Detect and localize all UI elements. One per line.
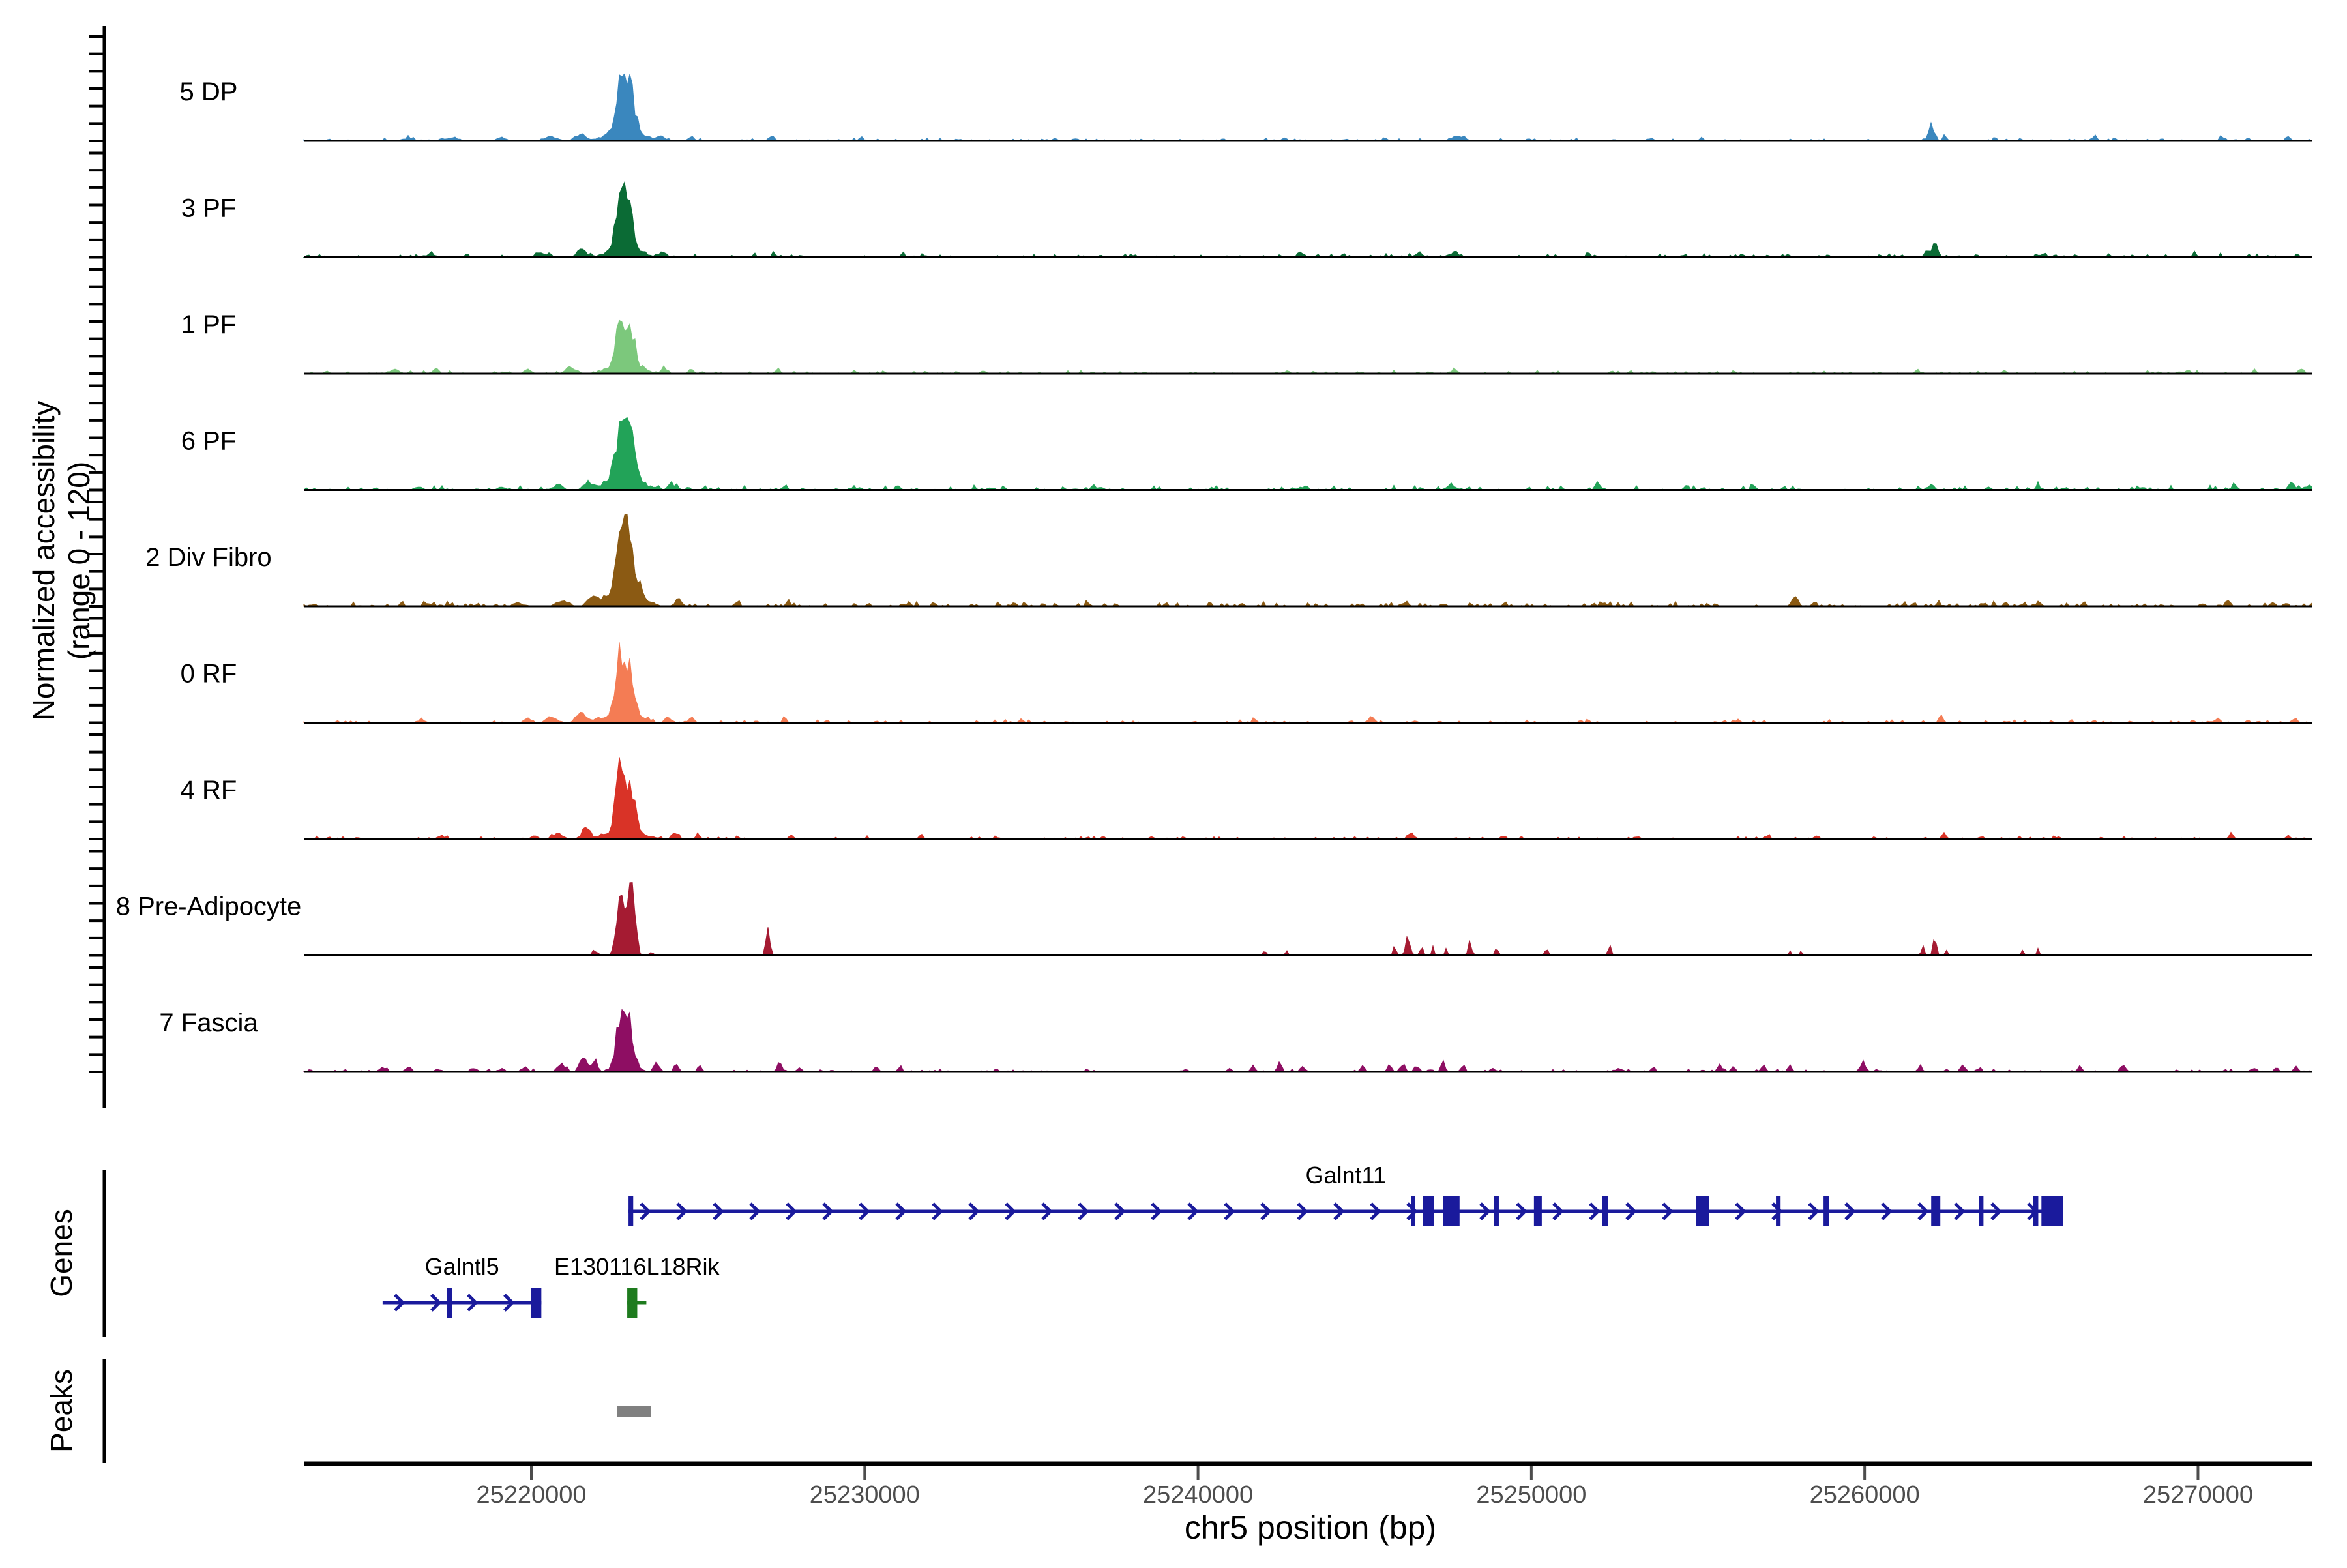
track-label-4-rf: 4 RF: [181, 776, 237, 805]
x-tick-label: 25260000: [1810, 1481, 1920, 1509]
gene-exon: [1931, 1196, 1941, 1226]
x-axis-title: chr5 position (bp): [1185, 1509, 1436, 1546]
gene-exon: [447, 1288, 452, 1318]
coverage-track-8-pre-adipocyte: 8 Pre-Adipocyte: [89, 850, 2312, 957]
gene-exon: [628, 1196, 634, 1226]
gene-exon: [1823, 1196, 1829, 1226]
coverage-area-0-rf: [303, 642, 2312, 724]
y-axis-title-line1: Normalized accessibility: [27, 401, 61, 721]
track-label-1-pf: 1 PF: [181, 310, 236, 339]
gene-exon: [530, 1288, 542, 1318]
track-label-8-pre-adipocyte: 8 Pre-Adipocyte: [116, 893, 302, 921]
track-label-3-pf: 3 PF: [181, 194, 236, 223]
gene-galnt11: Galnt11: [628, 1162, 2063, 1226]
coverage-area-5-dp: [303, 73, 2313, 141]
gene-exon: [2033, 1196, 2039, 1226]
coverage-track-3-pf: 3 PF: [89, 151, 2312, 259]
coverage-area-7-fascia: [303, 1009, 2312, 1072]
x-tick-label: 25270000: [2143, 1481, 2253, 1509]
coverage-track-6-pf: 6 PF: [89, 384, 2312, 492]
coverage-area-1-pf: [304, 319, 2312, 374]
gene-exon: [1979, 1196, 1984, 1226]
gene-exon: [1411, 1196, 1415, 1226]
track-label-5-dp: 5 DP: [180, 78, 238, 106]
coverage-area-3-pf: [303, 181, 2312, 258]
coverage-track-0-rf: 0 RF: [89, 617, 2312, 724]
coverage-track-4-rf: 4 RF: [89, 733, 2312, 840]
gene-exon: [1696, 1196, 1709, 1226]
track-label-2-div-fibro: 2 Div Fibro: [145, 543, 271, 572]
x-tick-label: 25220000: [476, 1481, 586, 1509]
generated-plot-content: 5 DP 3 PF 1 PF 6 PF 2 Div Fibro 0 RF 4 RF 8 Pre…: [89, 26, 2313, 1509]
gene-exon: [1423, 1196, 1434, 1226]
gene-e130116l18rik: E130116L18Rik: [554, 1253, 720, 1318]
gene-label-galnt11: Galnt11: [1305, 1162, 1385, 1189]
coverage-track-5-dp: 5 DP: [89, 35, 2313, 142]
gene-exon: [2041, 1196, 2063, 1226]
x-tick-label: 25240000: [1143, 1481, 1253, 1509]
y-axis-title-line2: (range 0 - 120): [62, 462, 96, 660]
track-label-6-pf: 6 PF: [181, 427, 236, 456]
coverage-area-4-rf: [304, 757, 2312, 840]
gene-exon: [627, 1288, 638, 1318]
gene-exon: [1443, 1196, 1460, 1226]
gene-exon: [1494, 1196, 1499, 1226]
gene-exon: [1533, 1196, 1542, 1226]
coverage-area-6-pf: [303, 417, 2312, 491]
peak-interval: [617, 1406, 651, 1417]
peaks-section-label: Peaks: [44, 1369, 78, 1453]
gene-label-galntl5: Galntl5: [425, 1253, 499, 1280]
coverage-track-7-fascia: 7 Fascia: [89, 966, 2312, 1073]
genes-section-label: Genes: [44, 1209, 78, 1297]
coverage-track-1-pf: 1 PF: [89, 268, 2312, 375]
coverage-area-8-pre-adipocyte: [304, 881, 2312, 956]
gene-label-e130116l18rik: E130116L18Rik: [554, 1253, 720, 1280]
gene-exon: [1602, 1196, 1608, 1226]
x-tick-label: 25230000: [810, 1481, 920, 1509]
x-tick-label: 25250000: [1476, 1481, 1586, 1509]
coverage-track-2-div-fibro: 2 Div Fibro: [89, 501, 2312, 608]
gene-exon: [1776, 1196, 1781, 1226]
gene-galntl5: Galntl5: [382, 1253, 542, 1318]
coverage-area-2-div-fibro: [303, 514, 2312, 607]
track-label-7-fascia: 7 Fascia: [159, 1009, 258, 1037]
track-label-0-rf: 0 RF: [181, 660, 237, 688]
coverage-plot-svg: Normalized accessibility (range 0 - 120)…: [27, 26, 2313, 1546]
coverage-plot-figure: Normalized accessibility (range 0 - 120)…: [0, 0, 2347, 1565]
